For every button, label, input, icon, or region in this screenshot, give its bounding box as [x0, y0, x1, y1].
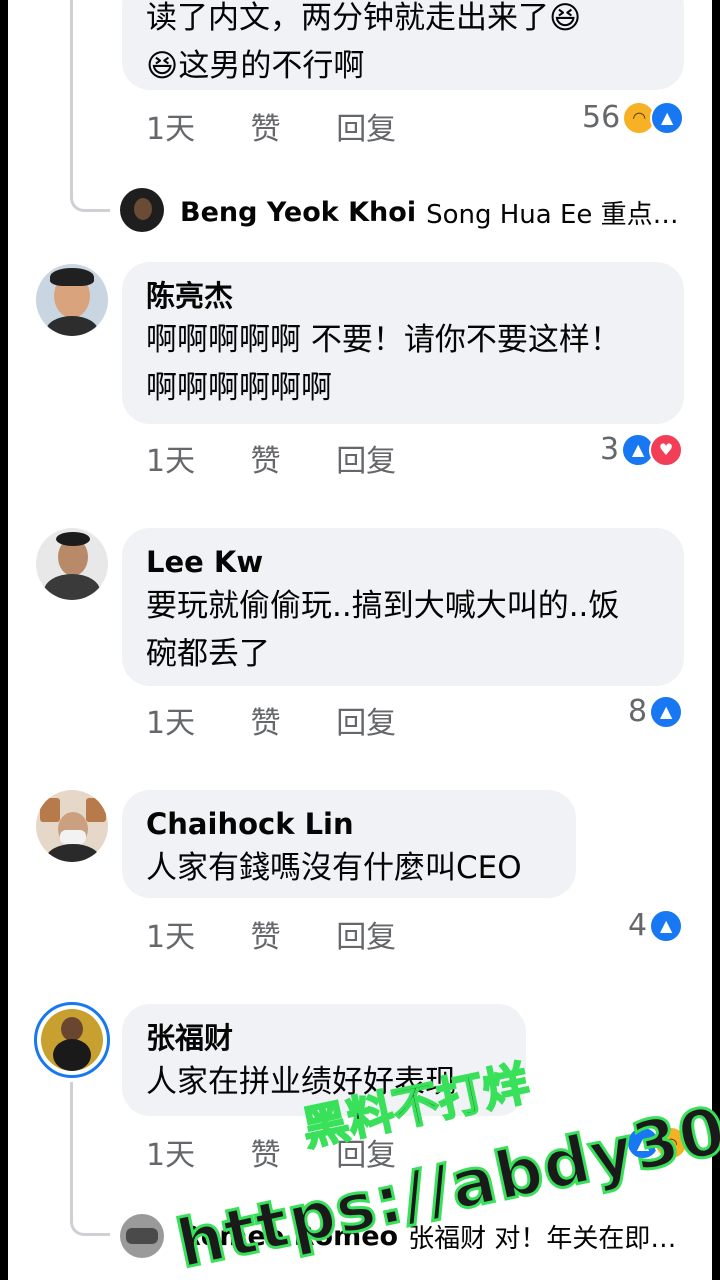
reaction-summary[interactable]: 56 ◠ ▲	[582, 100, 685, 135]
reaction-count: 56	[582, 100, 621, 135]
thread-line	[70, 0, 73, 200]
like-button[interactable]: 赞	[251, 436, 281, 480]
timestamp[interactable]: 1天	[146, 104, 195, 148]
comment-bubble[interactable]: Lee Kw 要玩就偷偷玩..搞到大喊大叫的..饭 碗都丢了	[122, 528, 684, 686]
like-button[interactable]: 赞	[251, 1130, 281, 1174]
reaction-summary[interactable]: 4 ▲	[628, 908, 684, 943]
comment-bubble[interactable]: Chaihock Lin 人家有錢嗎沒有什麼叫CEO	[122, 790, 576, 898]
comment-author[interactable]: Chaihock Lin	[146, 804, 552, 844]
timestamp[interactable]: 1天	[146, 436, 195, 480]
reaction-count: 3	[600, 432, 620, 467]
avatar[interactable]	[36, 264, 108, 336]
like-icon: ▲	[649, 908, 684, 943]
comment-actions: 1天 赞 回复	[146, 912, 442, 956]
comment-actions: 1天 赞 回复	[146, 104, 442, 148]
reaction-summary[interactable]: 3 ▲ ♥	[600, 432, 684, 467]
comment-text: 啊啊啊啊啊啊	[146, 370, 332, 406]
timestamp[interactable]: 1天	[146, 912, 195, 956]
comment-actions: 1天 赞 回复	[146, 436, 442, 480]
haha-emoji-icon: 😆	[146, 48, 179, 84]
reply-text: Song Hua Ee 重点…	[426, 199, 679, 230]
comment-text: 人家有錢嗎沒有什麼叫CEO	[146, 850, 522, 886]
thread-line	[70, 1082, 73, 1222]
comment-text: 要玩就偷偷玩..搞到大喊大叫的..饭	[146, 588, 620, 624]
avatar[interactable]	[36, 528, 108, 600]
like-button[interactable]: 赞	[251, 698, 281, 742]
left-edge-bar	[0, 0, 8, 1280]
reply-button[interactable]: 回复	[336, 436, 396, 480]
reply-button[interactable]: 回复	[336, 912, 396, 956]
avatar-story-ring[interactable]	[34, 1002, 110, 1078]
avatar[interactable]	[36, 790, 108, 862]
comment-text: 读了内文，两分钟就走出来了😆	[146, 0, 582, 36]
comment-text: 碗都丢了	[146, 636, 270, 672]
comment-actions: 1天 赞 回复	[146, 698, 442, 742]
reaction-count: 8	[628, 694, 648, 729]
reaction-summary[interactable]: 8 ▲	[628, 694, 684, 729]
reply-button[interactable]: 回复	[336, 104, 396, 148]
like-icon: ▲	[650, 100, 685, 135]
comment-author[interactable]: 张福财	[146, 1018, 502, 1058]
comment-bubble[interactable]: 陈亮杰 啊啊啊啊啊 不要！请你不要这样！ 啊啊啊啊啊啊	[122, 262, 684, 424]
comment-author[interactable]: 陈亮杰	[146, 276, 660, 316]
comment-bubble[interactable]: 读了内文，两分钟就走出来了😆 😆这男的不行啊	[122, 0, 684, 90]
like-button[interactable]: 赞	[251, 104, 281, 148]
thread-line-curve	[70, 198, 110, 212]
like-icon: ▲	[649, 694, 684, 729]
reply-button[interactable]: 回复	[336, 698, 396, 742]
reply-preview[interactable]: Beng Yeok Khoi Song Hua Ee 重点…	[180, 192, 680, 232]
love-icon: ♥	[649, 432, 684, 467]
timestamp[interactable]: 1天	[146, 698, 195, 742]
haha-emoji-icon: 😆	[549, 0, 582, 36]
comment-author[interactable]: Lee Kw	[146, 542, 660, 582]
comment-text: 啊啊啊啊啊 不要！请你不要这样！	[146, 322, 621, 358]
reaction-count: 4	[628, 908, 648, 943]
reply-author[interactable]: Beng Yeok Khoi	[180, 197, 416, 228]
comment-text: 😆这男的不行啊	[146, 48, 365, 84]
right-edge-bar	[712, 0, 720, 1280]
avatar[interactable]	[120, 188, 164, 232]
like-button[interactable]: 赞	[251, 912, 281, 956]
avatar[interactable]	[120, 1214, 164, 1258]
timestamp[interactable]: 1天	[146, 1130, 195, 1174]
thread-line-curve	[70, 1220, 110, 1236]
